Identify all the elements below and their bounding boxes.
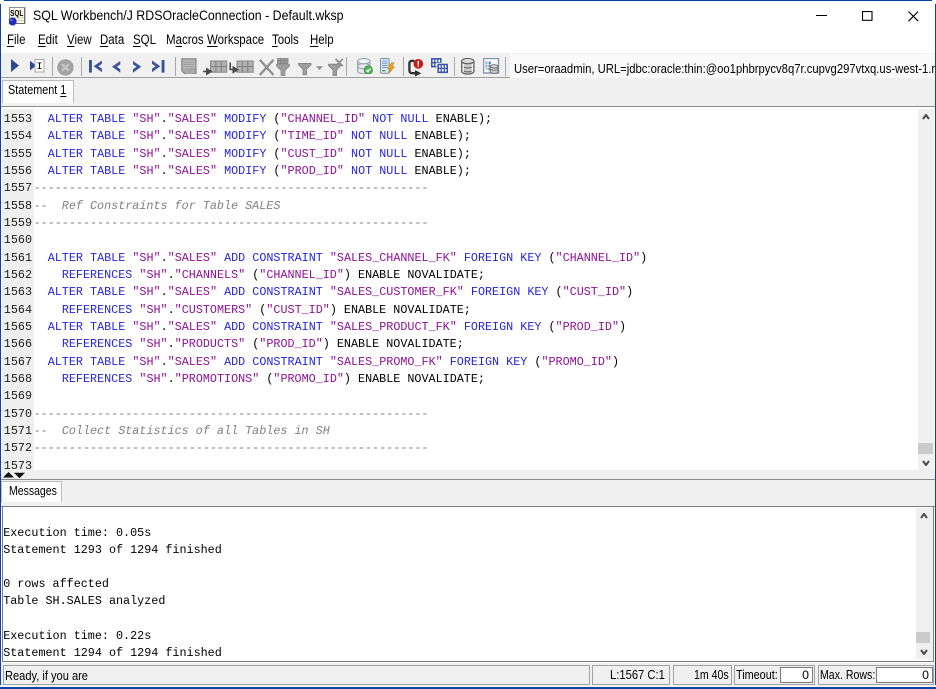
svg-text:I: I — [36, 61, 42, 72]
svg-text:SQL: SQL — [10, 9, 23, 18]
